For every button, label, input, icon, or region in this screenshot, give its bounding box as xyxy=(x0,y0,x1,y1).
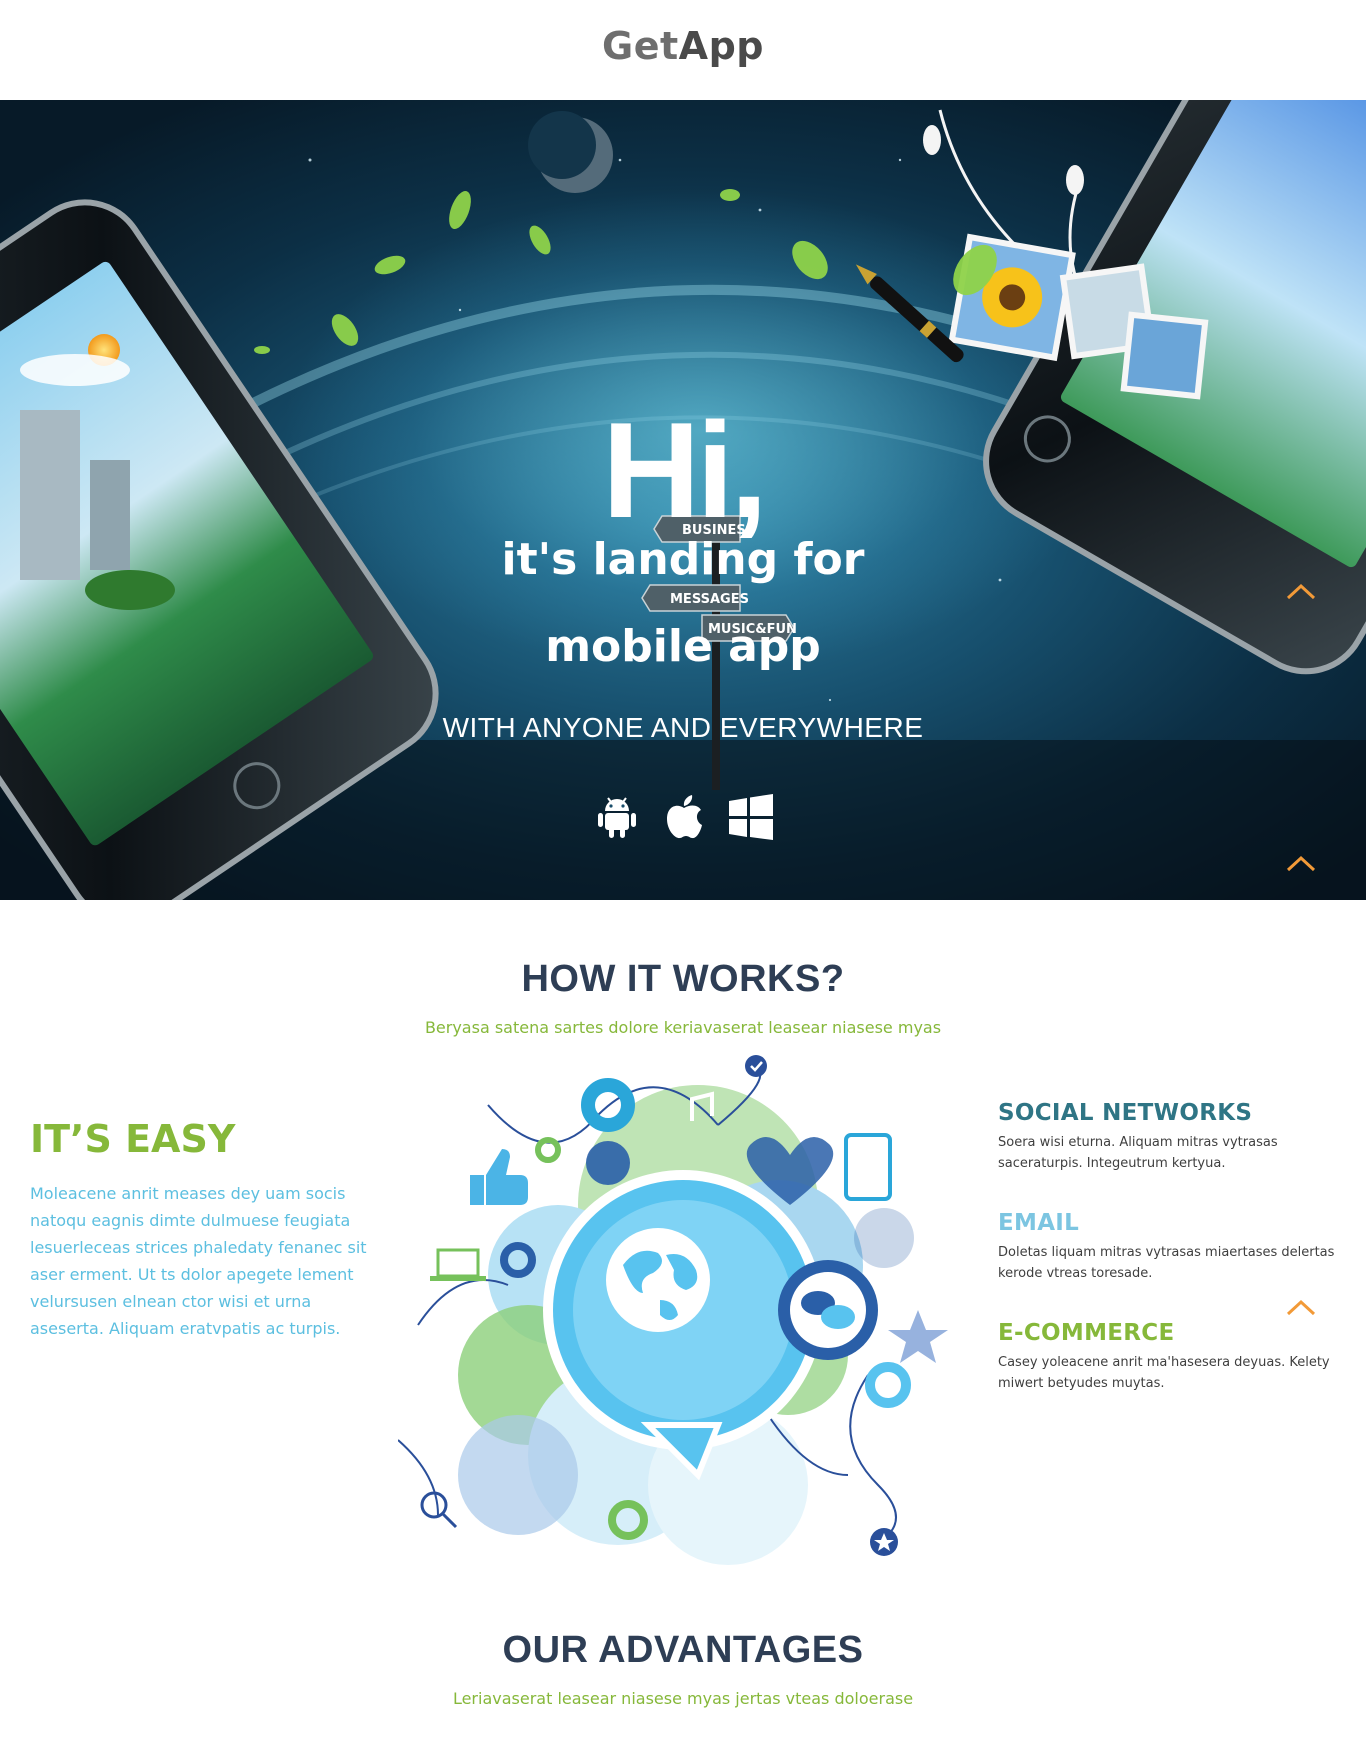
feature-ecommerce: E-COMMERCE Casey yoleacene anrit ma'hase… xyxy=(998,1320,1338,1394)
hero-subtitle-line2: mobile app xyxy=(545,621,821,672)
easy-description: Moleacene anrit meases dey uam socis nat… xyxy=(30,1184,367,1338)
sign-messages: MESSAGES xyxy=(670,592,749,607)
logo-part-app: App xyxy=(678,24,764,68)
how-it-works-title: HOW IT WORKS? xyxy=(521,958,845,1000)
feature-title: EMAIL xyxy=(998,1210,1080,1236)
chevron-up-icon[interactable] xyxy=(1284,852,1318,874)
easy-title: IT’S EASY xyxy=(30,1117,236,1161)
hero-title: Hi, xyxy=(602,394,768,546)
chevron-up-icon[interactable] xyxy=(1284,1296,1318,1318)
feature-social-networks: SOCIAL NETWORKS Soera wisi eturna. Aliqu… xyxy=(998,1100,1338,1174)
feature-text: Casey yoleacene anrit ma'hasesera deyuas… xyxy=(998,1355,1330,1391)
feature-text: Doletas liquam mitras vytrasas miaertase… xyxy=(998,1245,1335,1281)
platform-icons xyxy=(592,792,776,842)
hero-banner: BUSINESS MESSAGES MUSIC&FUN Hi, it's lan… xyxy=(0,100,1366,900)
how-it-works-subtitle: Beryasa satena sartes dolore keriavasera… xyxy=(424,1018,942,1037)
android-icon[interactable] xyxy=(592,792,642,842)
feature-title: SOCIAL NETWORKS xyxy=(998,1100,1253,1126)
advantages-title: OUR ADVANTAGES xyxy=(502,1629,864,1671)
network-illustration xyxy=(398,1055,948,1565)
logo[interactable]: GetApp xyxy=(0,24,1366,68)
apple-icon[interactable] xyxy=(659,792,709,842)
hero-tagline: WITH ANYONE AND EVERYWHERE xyxy=(442,712,924,743)
feature-text: Soera wisi eturna. Aliquam mitras vytras… xyxy=(998,1135,1278,1171)
site-header: GetApp xyxy=(0,0,1366,100)
hero-subtitle-line1: it's landing for xyxy=(501,534,865,585)
advantages-subtitle: Leriavaserat leasear niasese myas jertas… xyxy=(452,1689,914,1708)
feature-email: EMAIL Doletas liquam mitras vytrasas mia… xyxy=(998,1210,1338,1284)
windows-icon[interactable] xyxy=(726,792,776,842)
feature-title: E-COMMERCE xyxy=(998,1320,1175,1346)
logo-part-get: Get xyxy=(602,24,679,68)
chevron-up-icon[interactable] xyxy=(1284,580,1318,602)
